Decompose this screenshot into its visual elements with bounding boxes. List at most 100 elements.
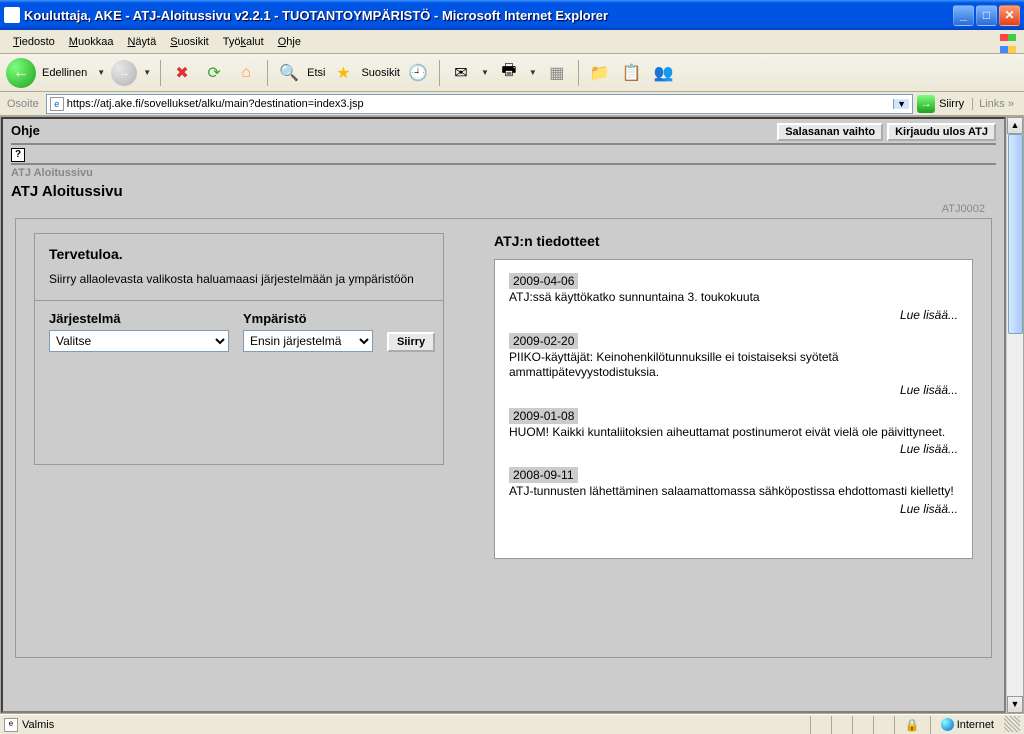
globe-icon [941, 718, 954, 731]
history-button[interactable]: 🕘 [404, 59, 432, 87]
menu-bar: Tiedosto Muokkaa Näytä Suosikit Työkalut… [0, 30, 1024, 54]
notice-more-link[interactable]: Lue lisää... [509, 306, 958, 328]
page-title: ATJ Aloitussivu [11, 183, 996, 200]
vertical-scrollbar[interactable]: ▲ ▼ [1006, 117, 1023, 713]
notice-date: 2009-01-08 [509, 408, 578, 424]
address-label: Osoite [4, 98, 42, 110]
folder-icon: 📁 [589, 62, 611, 84]
edit-icon: ▦ [546, 62, 568, 84]
notices-title: ATJ:n tiedotteet [494, 233, 973, 249]
notice-item: 2009-04-06ATJ:ssä käyttökatko sunnuntain… [509, 274, 958, 328]
scroll-up-button[interactable]: ▲ [1007, 117, 1023, 134]
star-icon: ★ [332, 62, 354, 84]
ohje-heading: Ohje [11, 123, 40, 138]
mail-icon: ✉ [450, 62, 472, 84]
forward-dropdown[interactable]: ▼ [141, 68, 153, 77]
go-button[interactable]: → [917, 95, 935, 113]
folder-button[interactable]: 📁 [586, 59, 614, 87]
menu-tools[interactable]: Työkalut [216, 33, 271, 51]
menu-file[interactable]: Tiedosto [6, 33, 62, 51]
arrow-right-icon: → [119, 67, 130, 79]
notice-item: 2008-09-11ATJ-tunnusten lähettäminen sal… [509, 468, 958, 522]
notice-body: ATJ:ssä käyttökatko sunnuntaina 3. touko… [509, 288, 958, 306]
notice-more-link[interactable]: Lue lisää... [509, 381, 958, 403]
menu-help[interactable]: Ohje [271, 33, 308, 51]
help-icon[interactable]: ? [11, 148, 25, 162]
page-icon: e [4, 718, 18, 732]
home-button[interactable]: ⌂ [232, 59, 260, 87]
lock-pane: 🔒 [894, 716, 930, 734]
status-bar: e Valmis 🔒 Internet [0, 714, 1024, 734]
stop-icon: ✖ [171, 62, 193, 84]
window-titlebar: Kouluttaja, AKE - ATJ-Aloitussivu v2.2.1… [0, 0, 1024, 30]
maximize-button[interactable]: □ [976, 5, 997, 26]
system-select[interactable]: Valitse [49, 330, 229, 352]
forward-button[interactable]: → [111, 60, 137, 86]
logout-button[interactable]: Kirjaudu ulos ATJ [887, 123, 996, 141]
search-button[interactable]: 🔍 [275, 59, 303, 87]
messenger-icon: 👥 [653, 62, 675, 84]
status-text: Valmis [22, 719, 54, 731]
main-frame: ATJ0002 Tervetuloa. Siirry allaolevasta … [15, 218, 992, 658]
menu-favorites[interactable]: Suosikit [163, 33, 216, 51]
page-body: Ohje Salasanan vaihto Kirjaudu ulos ATJ … [1, 117, 1006, 713]
lock-icon: 🔒 [905, 718, 920, 732]
stop-button[interactable]: ✖ [168, 59, 196, 87]
minimize-button[interactable]: _ [953, 5, 974, 26]
notice-item: 2009-01-08HUOM! Kaikki kuntaliitoksien a… [509, 409, 958, 463]
page-code: ATJ0002 [942, 203, 985, 215]
go-form-button[interactable]: Siirry [387, 332, 435, 352]
env-select[interactable]: Ensin järjestelmä [243, 330, 373, 352]
zone-label: Internet [957, 719, 994, 731]
notice-date: 2009-04-06 [509, 273, 578, 289]
links-label[interactable]: Links » [972, 98, 1020, 110]
windows-flag-icon [1000, 32, 1020, 50]
window-title: Kouluttaja, AKE - ATJ-Aloitussivu v2.2.1… [24, 8, 953, 23]
env-label: Ympäristö [243, 311, 373, 326]
print-icon: 🖶 [498, 62, 520, 84]
notice-date: 2008-09-11 [509, 467, 578, 483]
messenger-button[interactable]: 👥 [650, 59, 678, 87]
search-label: Etsi [307, 67, 325, 79]
zone-pane: Internet [930, 716, 1004, 734]
address-dropdown[interactable]: ▼ [893, 99, 909, 109]
address-input-wrap: e ▼ [46, 94, 913, 114]
close-button[interactable]: ✕ [999, 5, 1020, 26]
notice-body: HUOM! Kaikki kuntaliitoksien aiheuttamat… [509, 423, 958, 441]
refresh-button[interactable]: ⟳ [200, 59, 228, 87]
print-button[interactable]: 🖶 [495, 59, 523, 87]
arrow-left-icon: ← [13, 64, 29, 82]
address-input[interactable] [67, 98, 893, 110]
system-label: Järjestelmä [49, 311, 229, 326]
menu-edit[interactable]: Muokkaa [62, 33, 121, 51]
notice-more-link[interactable]: Lue lisää... [509, 440, 958, 462]
history-icon: 🕘 [407, 62, 429, 84]
welcome-text: Siirry allaolevasta valikosta haluamaasi… [49, 272, 429, 288]
toolbar: ← Edellinen ▼ → ▼ ✖ ⟳ ⌂ 🔍 Etsi ★ Suosiki… [0, 54, 1024, 92]
scroll-thumb[interactable] [1008, 134, 1023, 334]
research-button[interactable]: 📋 [618, 59, 646, 87]
app-icon [4, 7, 20, 23]
mail-button[interactable]: ✉ [447, 59, 475, 87]
home-icon: ⌂ [235, 62, 257, 84]
resize-grip[interactable] [1004, 716, 1020, 732]
back-dropdown[interactable]: ▼ [95, 68, 107, 77]
favorites-button[interactable]: ★ [329, 59, 357, 87]
back-button[interactable]: ← [6, 58, 36, 88]
refresh-icon: ⟳ [203, 62, 225, 84]
notice-date: 2009-02-20 [509, 333, 578, 349]
welcome-title: Tervetuloa. [49, 246, 429, 262]
menu-view[interactable]: Näytä [120, 33, 163, 51]
back-label: Edellinen [42, 67, 87, 79]
password-change-button[interactable]: Salasanan vaihto [777, 123, 883, 141]
notice-body: ATJ-tunnusten lähettäminen salaamattomas… [509, 482, 958, 500]
page-icon: e [50, 97, 64, 111]
scroll-down-button[interactable]: ▼ [1007, 696, 1023, 713]
breadcrumb: ATJ Aloitussivu [11, 167, 996, 179]
edit-button[interactable]: ▦ [543, 59, 571, 87]
notice-body: PIIKO-käyttäjät: Keinohenkilötunnuksille… [509, 348, 958, 381]
notice-more-link[interactable]: Lue lisää... [509, 500, 958, 522]
favorites-label: Suosikit [361, 67, 400, 79]
content-area: Ohje Salasanan vaihto Kirjaudu ulos ATJ … [0, 116, 1024, 714]
notices-box: 2009-04-06ATJ:ssä käyttökatko sunnuntain… [494, 259, 973, 559]
